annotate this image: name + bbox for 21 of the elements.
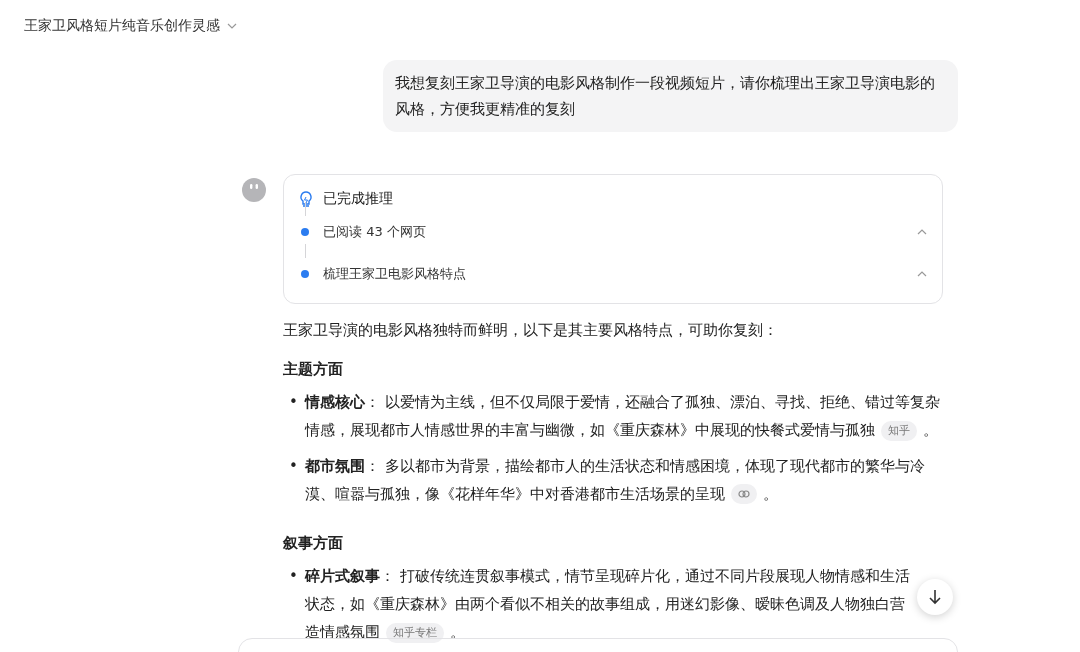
reasoning-title: 已完成推理 xyxy=(323,190,393,208)
bullet-marker: • xyxy=(288,566,299,587)
bullet-text: 情感核心： 以爱情为主线，但不仅局限于爱情，还融合了孤独、漂泊、寻找、拒绝、错过等复杂情感，展现都市人情感世界的丰富与幽微，如《重庆森林》中展现的快餐式爱情与孤独 知乎 。 xyxy=(305,392,941,443)
link-icon xyxy=(738,490,750,498)
step-label[interactable]: 已阅读 43 个网页 xyxy=(323,223,916,241)
scroll-down-button[interactable] xyxy=(917,579,953,615)
section-heading: 主题方面 xyxy=(283,359,344,380)
lightbulb-icon xyxy=(298,189,314,209)
section-heading: 叙事方面 xyxy=(283,533,344,554)
source-chip[interactable]: 知乎 xyxy=(881,421,917,441)
answer-intro: 王家卫导演的电影风格独特而鲜明，以下是其主要风格特点，可助你复刻： xyxy=(283,320,779,341)
assistant-avatar-icon xyxy=(240,176,268,204)
bullet-marker: • xyxy=(288,392,299,413)
bullet-marker: • xyxy=(288,456,299,477)
source-chip[interactable]: 知乎专栏 xyxy=(386,623,444,643)
step-label[interactable]: 梳理王家卫电影风格特点 xyxy=(323,265,916,283)
bullet-text: 都市氛围： 多以都市为背景，描绘都市人的生活状态和情感困境，体现了现代都市的繁华与冷漠、喧嚣与孤独，像《花样年华》中对香港都市生活场景的呈现 。 xyxy=(305,456,926,506)
link-chip[interactable] xyxy=(731,484,757,504)
user-message: 我想复刻王家卫导演的电影风格制作一段视频短片，请你梳理出王家卫导演电影的风格，方便我更精准的复刻 xyxy=(383,60,958,132)
arrow-down-icon xyxy=(928,589,942,605)
conversation-title[interactable]: 王家卫风格短片纯音乐创作灵感 xyxy=(24,17,220,35)
